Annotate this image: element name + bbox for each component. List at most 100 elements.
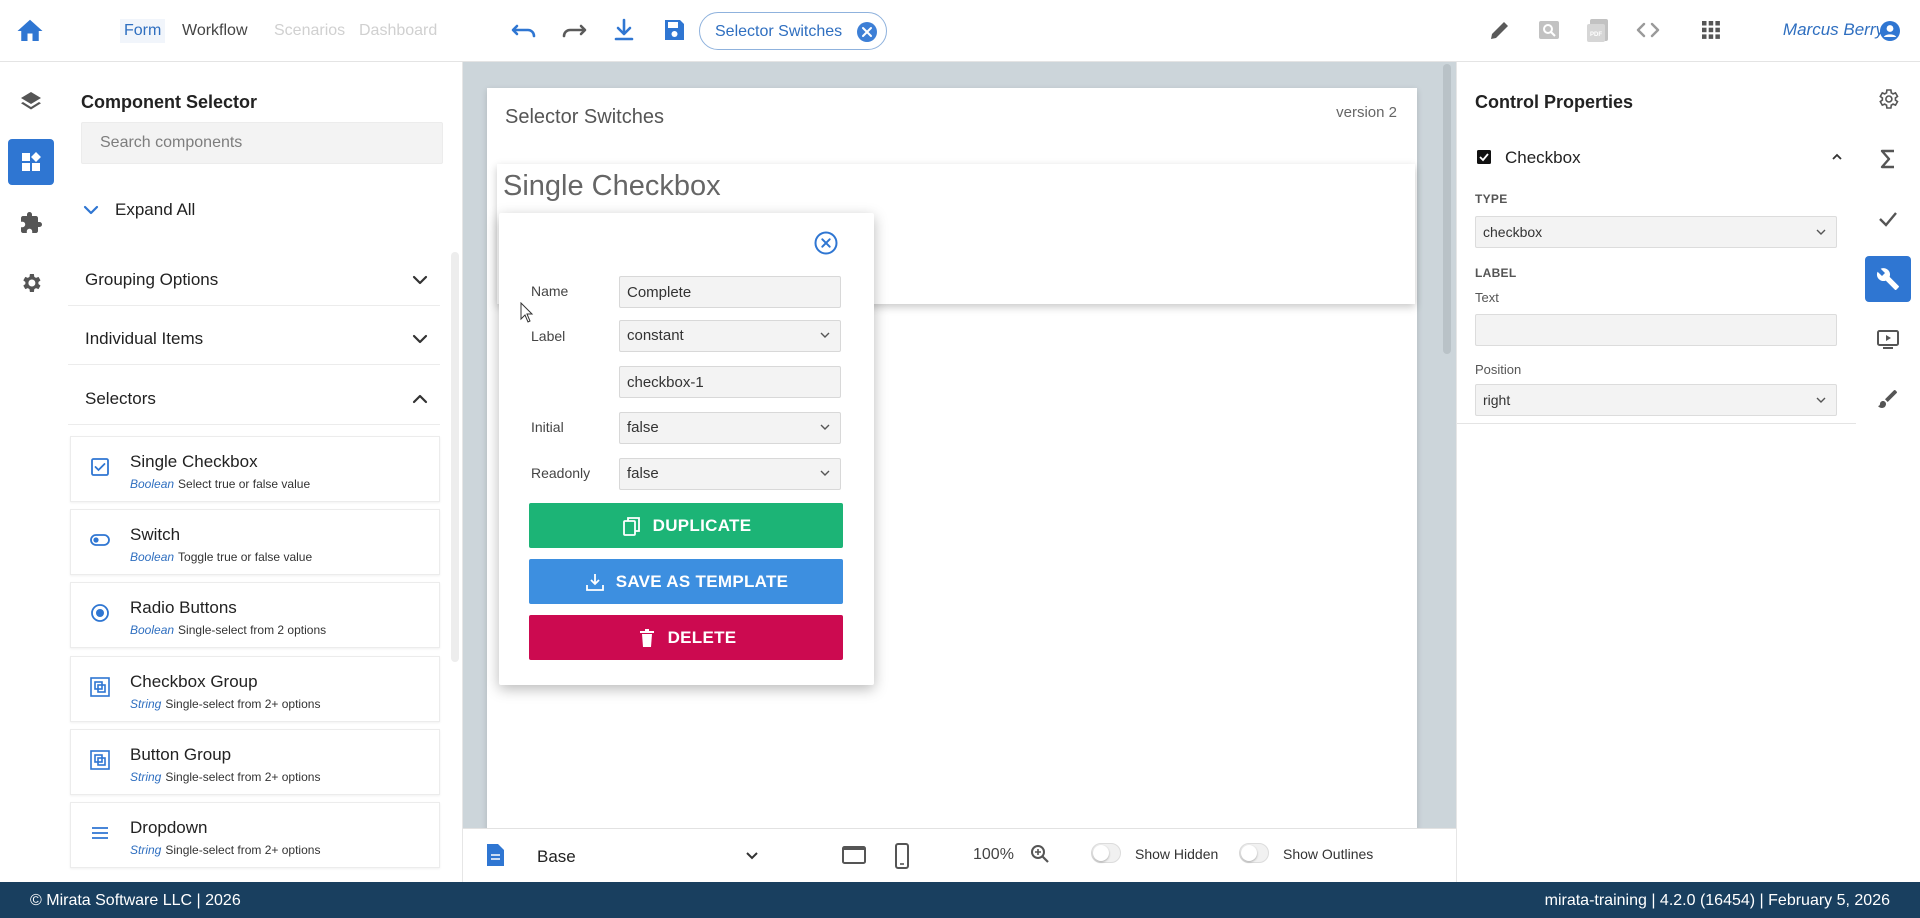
form-version: version 2 (1336, 104, 1397, 121)
control-properties-panel: Control Properties Checkbox TYPE checkbo… (1456, 62, 1857, 882)
initial-select[interactable]: false (619, 412, 841, 444)
rail-plugins[interactable] (8, 200, 54, 246)
group-individual-items[interactable]: Individual Items (68, 311, 440, 365)
tab-form[interactable]: Form (120, 19, 166, 43)
close-icon[interactable] (856, 21, 878, 43)
show-outlines-toggle[interactable] (1239, 843, 1269, 863)
readonly-select[interactable]: false (619, 458, 841, 490)
component-description: Select true or false value (178, 477, 311, 491)
component-single-checkbox[interactable]: Single Checkbox Boolean Select true or fa… (70, 436, 440, 502)
sigma-icon (1880, 149, 1894, 169)
delete-button[interactable]: DELETE (529, 615, 843, 660)
rail-components[interactable] (8, 139, 54, 185)
label-caption: LABEL (1475, 266, 1517, 280)
label-text-input[interactable] (1475, 314, 1837, 346)
save-as-template-button[interactable]: SAVE AS TEMPLATE (529, 559, 843, 604)
component-name: Radio Buttons (130, 598, 237, 617)
search-input[interactable] (81, 122, 443, 164)
component-name: Checkbox Group (130, 672, 258, 691)
tab-dashboard[interactable]: Dashboard (357, 19, 439, 43)
left-rail (0, 62, 63, 882)
group-grouping-options[interactable]: Grouping Options (68, 252, 440, 306)
component-desc: String Single-select from 2+ options (130, 770, 320, 784)
component-name: Single Checkbox (130, 452, 258, 471)
redo-icon[interactable] (558, 14, 590, 46)
component-checkbox-group[interactable]: Checkbox Group String Single-select from … (70, 656, 440, 722)
rail-layers[interactable] (8, 78, 54, 124)
pencil-icon[interactable] (1484, 14, 1516, 46)
account-icon[interactable] (1878, 19, 1902, 43)
component-description: Toggle true or false value (178, 550, 313, 564)
text-label: Text (1475, 290, 1499, 305)
type-select[interactable]: checkbox (1475, 216, 1837, 248)
home-icon[interactable] (14, 16, 46, 46)
readonly-value: false (627, 465, 659, 482)
footer-copyright: © Mirata Software LLC | 2026 (30, 892, 241, 909)
footer: © Mirata Software LLC | 2026 mirata-trai… (0, 882, 1920, 918)
desktop-view-icon[interactable] (841, 843, 867, 867)
label-mode-value: constant (627, 327, 684, 344)
rail-properties-button[interactable] (1865, 256, 1911, 302)
chevron-down-icon (83, 205, 99, 215)
brush-icon (1878, 390, 1897, 408)
show-hidden-toggle[interactable] (1091, 843, 1121, 863)
label-value-input[interactable] (619, 366, 841, 398)
mouse-pointer-icon (520, 302, 534, 323)
label-mode-select[interactable]: constant (619, 320, 841, 352)
caret-down-icon (820, 332, 830, 338)
chevron-down-icon (412, 334, 428, 344)
close-circle-icon[interactable] (813, 230, 839, 256)
canvas-scrollbar[interactable] (1443, 64, 1451, 354)
document-icon (487, 844, 504, 866)
duplicate-button[interactable]: DUPLICATE (529, 503, 843, 548)
duplicate-label: DUPLICATE (652, 516, 752, 535)
rail-preview-button[interactable] (1865, 316, 1911, 362)
expand-all-button[interactable]: Expand All (81, 196, 281, 224)
component-switch[interactable]: Switch Boolean Toggle true or false value (70, 509, 440, 575)
name-label: Name (531, 283, 569, 299)
rail-formula-button[interactable] (1865, 136, 1911, 182)
download-icon (585, 574, 604, 591)
component-name: Switch (130, 525, 181, 544)
settings-icon (1879, 89, 1899, 109)
rail-settings-button[interactable] (1865, 76, 1911, 122)
checkbox-section-header[interactable]: Checkbox (1477, 144, 1843, 172)
caret-down-icon (1816, 397, 1826, 403)
chevron-down-icon (412, 275, 428, 285)
mobile-view-icon[interactable] (893, 843, 911, 869)
undo-icon[interactable] (508, 14, 540, 46)
form-chip[interactable]: Selector Switches (699, 12, 887, 50)
component-button-group[interactable]: Button Group String Single-select from 2+… (70, 729, 440, 795)
panel-title: Component Selector (81, 92, 258, 112)
scrollbar[interactable] (451, 252, 459, 662)
preview-icon[interactable] (1533, 14, 1565, 46)
code-icon[interactable] (1632, 14, 1664, 46)
radio-icon (91, 604, 109, 622)
page-select[interactable]: Base (527, 839, 767, 873)
component-type: String (130, 770, 162, 784)
apps-grid-icon[interactable] (1695, 14, 1727, 46)
readonly-label: Readonly (531, 465, 591, 481)
control-editor-popup: Name Label constant Initial false Readon… (499, 213, 874, 685)
expand-all-label: Expand All (115, 200, 196, 219)
name-input[interactable] (619, 276, 841, 308)
component-dropdown[interactable]: Dropdown String Single-select from 2+ opt… (70, 802, 440, 868)
group-selectors[interactable]: Selectors (68, 371, 440, 425)
component-radio-buttons[interactable]: Radio Buttons Boolean Single-select from … (70, 582, 440, 648)
checkbox-properties-section: Checkbox TYPE checkbox LABEL Text Positi… (1457, 132, 1857, 424)
tab-scenarios[interactable]: Scenarios (272, 19, 347, 43)
save-icon[interactable] (658, 14, 690, 46)
position-select[interactable]: right (1475, 384, 1837, 416)
tab-workflow[interactable]: Workflow (180, 19, 250, 43)
zoom-in-icon[interactable] (1029, 843, 1051, 865)
download-icon[interactable] (608, 14, 640, 46)
rail-validation-button[interactable] (1865, 196, 1911, 242)
component-desc: String Single-select from 2+ options (130, 697, 320, 711)
user-name[interactable]: Marcus Berry (1760, 20, 1884, 40)
group-label: Selectors (85, 389, 156, 408)
right-rail (1856, 62, 1920, 882)
rail-style-button[interactable] (1865, 376, 1911, 422)
rail-settings[interactable] (8, 260, 54, 306)
pdf-icon[interactable]: PDF (1582, 14, 1614, 46)
chevron-up-icon (1832, 153, 1842, 160)
